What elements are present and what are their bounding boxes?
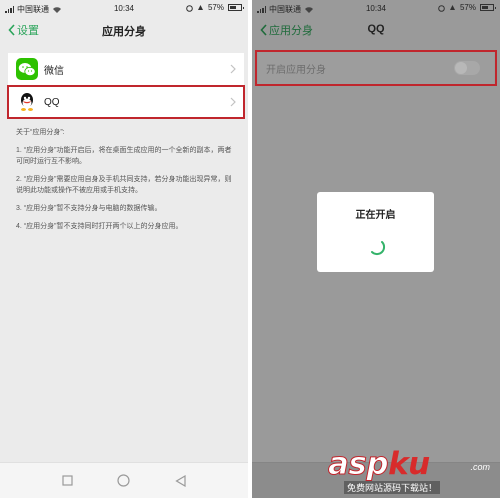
nav-bar: 应用分身 QQ bbox=[252, 17, 500, 43]
chevron-left-icon bbox=[260, 24, 267, 36]
back-label: 应用分身 bbox=[269, 25, 313, 37]
silent-icon bbox=[197, 4, 203, 10]
about-section: 关于“应用分身”: 1. “应用分身”功能开启后，将在桌面生成应用的一个全新的副… bbox=[16, 127, 236, 239]
recent-apps-icon[interactable] bbox=[62, 475, 73, 486]
back-button[interactable]: 应用分身 bbox=[260, 22, 313, 38]
loading-text: 正在开启 bbox=[355, 210, 396, 221]
wechat-icon bbox=[16, 58, 38, 80]
battery-percent: 57% bbox=[207, 3, 224, 12]
status-bar: 中国联通 10:34 57% bbox=[252, 0, 500, 17]
status-bar: 中国联通 10:34 57% bbox=[0, 0, 248, 17]
status-right: 57% bbox=[186, 3, 244, 12]
left-screen: 中国联通 10:34 57% 设置 应用分身 微信 QQ 关于“应用分身”: 1… bbox=[0, 0, 248, 498]
watermark-subtitle: 免费网站源码下载站！ bbox=[344, 481, 441, 494]
back-button[interactable]: 设置 bbox=[8, 22, 39, 38]
battery-percent: 57% bbox=[459, 3, 476, 12]
right-screen: 中国联通 10:34 57% 应用分身 QQ 开启应用分身 正在开启 bbox=[252, 0, 500, 498]
watermark-brand-b: ku bbox=[388, 446, 430, 482]
watermark-logo: aspku .com 免费网站源码下载站！ bbox=[326, 446, 494, 494]
alarm-icon bbox=[186, 4, 193, 12]
qq-highlight-box bbox=[7, 85, 245, 119]
status-right: 57% bbox=[438, 3, 496, 12]
back-nav-icon[interactable] bbox=[175, 474, 186, 487]
about-item: 3. “应用分身”暂不支持分身与电脑的数据传输。 bbox=[16, 205, 162, 212]
about-item: 4. “应用分身”暂不支持同时打开两个以上的分身应用。 bbox=[16, 223, 183, 230]
nav-bar: 设置 应用分身 bbox=[0, 17, 248, 43]
loading-spinner-icon bbox=[370, 241, 385, 256]
watermark-tld: .com bbox=[470, 462, 490, 472]
loading-dialog: 正在开启 bbox=[317, 192, 434, 272]
chevron-right-icon bbox=[230, 64, 236, 74]
about-item: 1. “应用分身”功能开启后，将在桌面生成应用的一个全新的副本，两者可同时运行互… bbox=[16, 147, 232, 165]
list-item-wechat[interactable]: 微信 bbox=[8, 53, 244, 85]
chevron-left-icon bbox=[8, 24, 15, 36]
toggle-highlight-box bbox=[255, 50, 497, 86]
watermark-brand-a: asp bbox=[327, 446, 389, 483]
back-label: 设置 bbox=[17, 25, 39, 37]
about-item: 2. “应用分身”需要应用自身及手机共同支持，若分身功能出现异常，则说明此功能或… bbox=[16, 176, 232, 194]
app-label-wechat: 微信 bbox=[44, 65, 64, 77]
battery-icon bbox=[480, 4, 496, 11]
home-icon[interactable] bbox=[117, 474, 131, 487]
system-nav-bar bbox=[0, 462, 248, 498]
alarm-icon bbox=[438, 4, 445, 12]
about-title: 关于“应用分身”: bbox=[16, 129, 65, 136]
silent-icon bbox=[449, 4, 455, 10]
battery-icon bbox=[228, 4, 244, 11]
watermark-brand: aspku bbox=[327, 446, 430, 483]
